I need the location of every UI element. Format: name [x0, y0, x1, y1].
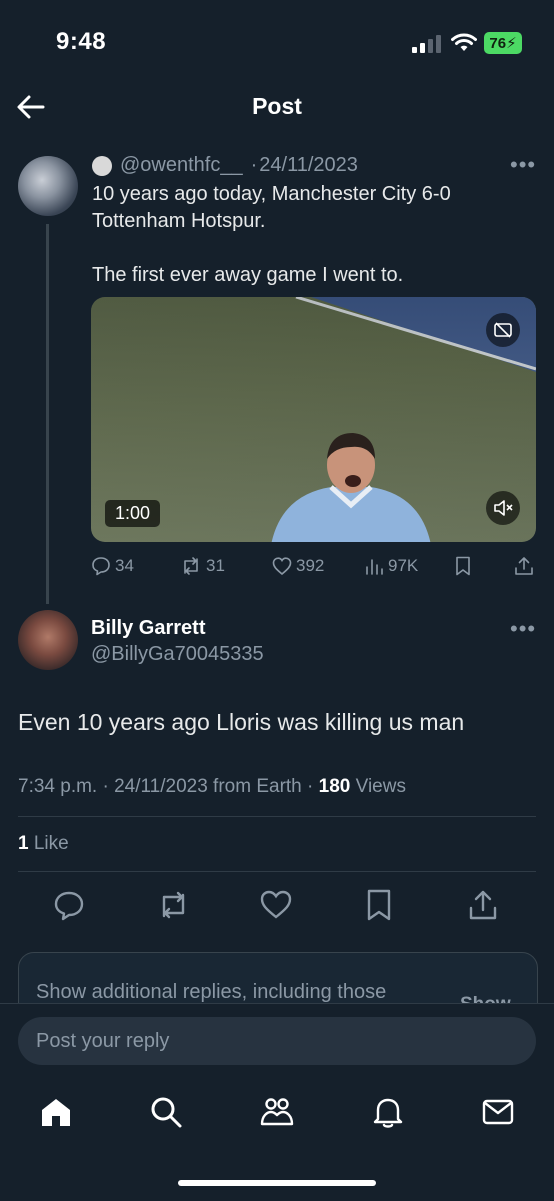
repost-count[interactable]: 31: [180, 556, 225, 576]
bookmark-button[interactable]: [362, 888, 396, 922]
captions-off-icon: [494, 322, 512, 338]
post-text: 10 years ago today, Manchester City 6-0 …: [92, 183, 451, 286]
player-figure: [271, 433, 431, 542]
heart-icon: [272, 557, 292, 575]
reply-input[interactable]: [18, 1017, 536, 1065]
mute-button[interactable]: [486, 491, 520, 525]
bookmark-icon: [367, 889, 391, 921]
likes-summary[interactable]: 1 Like: [18, 833, 69, 855]
like-button[interactable]: [259, 888, 293, 922]
post-time: 7:34 p.m. · 24/11/2023 from Earth ·: [18, 776, 319, 797]
like-count-value: 392: [296, 556, 325, 575]
avatar[interactable]: [18, 610, 78, 670]
avatar[interactable]: [18, 156, 78, 216]
post-handle[interactable]: @owenthfc__: [120, 154, 243, 177]
author-handle[interactable]: @BillyGa70045335: [91, 643, 264, 666]
post-timestamp: 7:34 p.m. · 24/11/2023 from Earth · 180 …: [18, 776, 406, 798]
bell-icon: [373, 1098, 403, 1128]
likes-count: 1: [18, 833, 29, 854]
communities-icon: [260, 1098, 294, 1126]
bookmark-button[interactable]: [455, 556, 471, 576]
thread-connector: [46, 224, 49, 604]
share-button[interactable]: [466, 888, 500, 922]
views-icon: [366, 559, 383, 575]
nav-home[interactable]: [38, 1094, 74, 1130]
share-icon: [515, 557, 533, 575]
view-count[interactable]: 97K: [364, 556, 418, 576]
page-title: Post: [252, 93, 302, 119]
additional-replies-text: Show additional replies, including those: [36, 981, 387, 1003]
more-options-button[interactable]: •••: [510, 616, 536, 642]
share-icon: [469, 890, 497, 920]
divider: [18, 816, 536, 817]
repost-count-value: 31: [206, 556, 225, 575]
wifi-icon: [451, 33, 477, 53]
charging-icon: ⚡: [506, 35, 517, 52]
reply-icon: [92, 557, 110, 576]
reply-button[interactable]: [52, 888, 86, 922]
view-count-value: 97K: [388, 556, 419, 575]
bookmark-icon: [456, 556, 470, 576]
repost-icon: [162, 891, 185, 919]
muted-speaker-icon: [494, 500, 513, 516]
nav-messages[interactable]: [480, 1094, 516, 1130]
video-duration: 1:00: [105, 500, 161, 527]
share-button[interactable]: [514, 556, 534, 576]
post-text: Even 10 years ago Lloris was killing us …: [18, 709, 465, 735]
battery-indicator: 76 ⚡: [484, 32, 522, 54]
captions-button[interactable]: [486, 313, 520, 347]
reply-icon: [54, 891, 84, 921]
more-options-button[interactable]: •••: [510, 152, 536, 178]
search-icon: [151, 1097, 182, 1128]
repost-icon: [184, 557, 198, 575]
views-count: 180: [318, 776, 351, 797]
mail-icon: [482, 1099, 514, 1125]
heart-icon: [260, 890, 292, 919]
author-name[interactable]: Billy Garrett: [91, 617, 205, 640]
profile-circle-icon: [92, 155, 112, 176]
repost-button[interactable]: [156, 888, 190, 922]
battery-level: 76: [489, 34, 507, 52]
views-label: Views: [350, 776, 406, 797]
like-count[interactable]: 392: [272, 556, 324, 576]
nav-notifications[interactable]: [370, 1094, 406, 1130]
reply-count[interactable]: 34: [91, 556, 134, 576]
reply-count-value: 34: [115, 556, 134, 575]
likes-label: Like: [28, 833, 69, 854]
divider: [18, 871, 536, 872]
nav-communities[interactable]: [259, 1094, 295, 1130]
nav-search[interactable]: [148, 1094, 184, 1130]
home-indicator: [178, 1180, 376, 1186]
signal-icon: [412, 35, 442, 53]
home-icon: [42, 1099, 70, 1126]
video-player[interactable]: 1:00: [91, 297, 536, 542]
meta-separator: ·: [250, 154, 258, 176]
post-meta: @owenthfc__ · 24/11/2023: [92, 154, 358, 177]
status-time: 9:48: [56, 28, 107, 55]
post-date[interactable]: 24/11/2023: [259, 154, 358, 177]
